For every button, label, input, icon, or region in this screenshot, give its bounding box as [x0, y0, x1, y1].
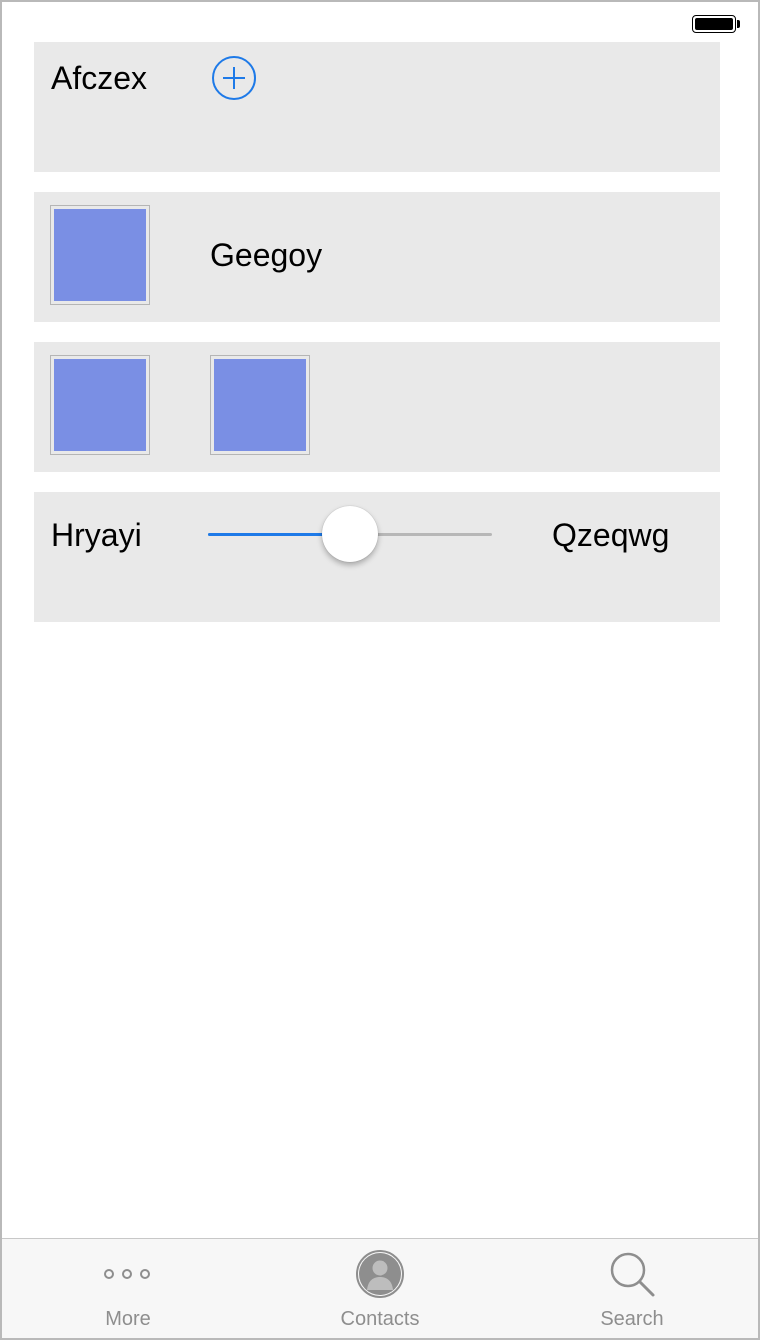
image-placeholder-icon[interactable] [210, 355, 310, 455]
row-afczex: Afczex [34, 42, 720, 172]
row-geegoy: Geegoy [34, 192, 720, 322]
contact-avatar-icon [356, 1250, 404, 1298]
image-placeholder-icon[interactable] [50, 205, 150, 305]
row-label: Geegoy [210, 237, 323, 273]
battery-level-fill [695, 18, 733, 30]
tab-search[interactable]: Search [506, 1239, 758, 1338]
battery-icon [692, 15, 736, 33]
tab-more[interactable]: More [2, 1239, 254, 1338]
battery-tip [737, 20, 740, 28]
tab-label: Contacts [340, 1308, 420, 1330]
more-dots-icon [104, 1269, 150, 1279]
value-slider[interactable] [208, 506, 492, 562]
tab-label: Search [600, 1308, 664, 1330]
search-icon [610, 1252, 655, 1297]
tab-label: More [105, 1308, 151, 1330]
image-placeholder-icon[interactable] [50, 355, 150, 455]
add-button[interactable] [212, 56, 256, 100]
status-bar [2, 2, 758, 42]
row-thumbnails [34, 342, 720, 472]
tab-contacts[interactable]: Contacts [254, 1239, 506, 1338]
tab-bar: More Contacts Search [2, 1238, 758, 1338]
row-slider: Hryayi Qzeqwg [34, 492, 720, 622]
row-label: Afczex [51, 60, 148, 96]
device-frame: Afczex Geegoy Hryayi Qzeqwg More Contact… [0, 0, 760, 1340]
slider-max-label: Qzeqwg [552, 517, 670, 553]
slider-min-label: Hryayi [51, 517, 142, 553]
slider-thumb[interactable] [322, 506, 378, 562]
